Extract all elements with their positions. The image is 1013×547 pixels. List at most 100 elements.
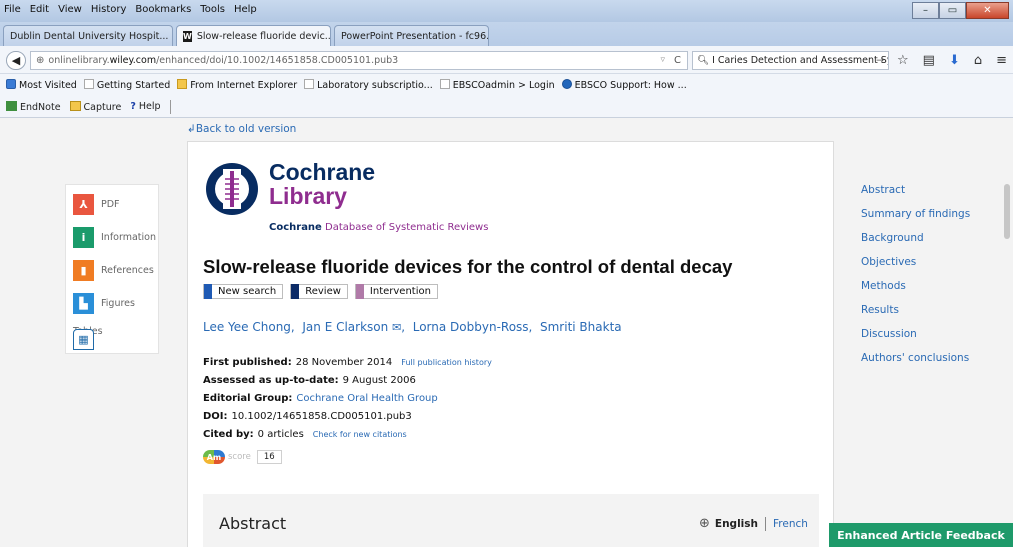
enhanced-article-feedback-button[interactable]: Enhanced Article Feedback: [829, 523, 1013, 547]
toc-discussion[interactable]: Discussion: [861, 328, 970, 352]
bookmark-getting-started[interactable]: Getting Started: [83, 79, 170, 91]
menu-file[interactable]: File: [4, 4, 21, 15]
search-bar[interactable]: 🔍︎ I Caries Detection and Assessment Sys…: [692, 51, 889, 70]
tag-new-search[interactable]: New search: [203, 284, 284, 299]
article-tools-sidebar: ⅄ PDF i Information ▮ References ▙ Figur…: [65, 184, 159, 354]
back-arrow-icon[interactable]: ◀: [6, 51, 26, 70]
editorial-group-link[interactable]: Cochrane Oral Health Group: [296, 393, 437, 404]
toc-objectives[interactable]: Objectives: [861, 256, 970, 280]
bookmark-most-visited[interactable]: Most Visited: [6, 79, 77, 91]
address-bar[interactable]: ⊕ onlinelibrary. wiley.com/enhanced/doi/1…: [30, 51, 688, 70]
return-arrow-icon: ↲: [187, 123, 196, 135]
author-link[interactable]: Lorna Dobbyn-Ross,: [413, 320, 533, 334]
tag-review[interactable]: Review: [290, 284, 348, 299]
tab-slow-release[interactable]: W Slow-release fluoride devic... ✕: [176, 25, 331, 46]
article-card: Cochrane Library Cochrane Database of Sy…: [187, 141, 834, 547]
email-icon[interactable]: ✉: [392, 321, 401, 334]
search-go-icon[interactable]: →: [876, 55, 884, 66]
doi-value: 10.1002/14651858.CD005101.pub3: [231, 411, 412, 422]
database-name: Cochrane Database of Systematic Reviews: [269, 222, 489, 233]
altmetric-badge-icon: Am: [203, 450, 225, 464]
url-path: /enhanced/doi/10.1002/14651858.CD005101.…: [156, 55, 399, 66]
toc-background[interactable]: Background: [861, 232, 970, 256]
cited-by-value: 0 articles: [257, 429, 304, 440]
scrollbar-thumb[interactable]: [1004, 184, 1010, 239]
navigation-bar: ◀ ⊕ onlinelibrary. wiley.com/enhanced/doi…: [0, 46, 1013, 74]
bookmark-star-icon[interactable]: ☆: [897, 53, 909, 68]
bookmark-laboratory[interactable]: Laboratory subscriptio...: [304, 79, 433, 91]
bookmark-from-ie[interactable]: From Internet Explorer: [177, 79, 297, 91]
globe-icon: ⊕: [699, 516, 710, 531]
pdf-icon: ⅄: [73, 194, 94, 215]
help-icon: ?: [130, 101, 136, 112]
page-content: ↲Back to old version ⅄ PDF i Information…: [0, 118, 1013, 547]
tab-label: Dublin Dental University Hospit...: [10, 30, 169, 42]
nav-toolbar-icons: ☆ ▤ ⬇ ⌂ ≡: [897, 53, 1007, 68]
toc-summary-of-findings[interactable]: Summary of findings: [861, 208, 970, 232]
search-text: I Caries Detection and Assessment System: [712, 55, 888, 66]
article-tags: New search Review Intervention: [203, 284, 438, 299]
assessed-value: 9 August 2006: [342, 375, 416, 386]
wiley-favicon-icon: W: [183, 30, 192, 42]
tab-close-icon[interactable]: ✕: [168, 31, 172, 42]
language-divider: [765, 516, 766, 531]
author-list: Lee Yee Chong, Jan E Clarkson ✉, Lorna D…: [203, 320, 622, 334]
toc-methods[interactable]: Methods: [861, 280, 970, 304]
minimize-icon[interactable]: –: [912, 2, 939, 19]
window-titlebar: File Edit View History Bookmarks Tools H…: [0, 0, 1013, 22]
tag-intervention[interactable]: Intervention: [354, 284, 438, 299]
home-icon[interactable]: ⌂: [974, 53, 982, 68]
check-citations-link[interactable]: Check for new citations: [313, 430, 407, 439]
toc-results[interactable]: Results: [861, 304, 970, 328]
language-english[interactable]: English: [715, 518, 758, 530]
language-french[interactable]: French: [773, 518, 808, 530]
tab-dublin-dental[interactable]: Dublin Dental University Hospit... ✕: [3, 25, 173, 46]
toc-authors-conclusions[interactable]: Authors' conclusions: [861, 352, 970, 376]
language-switcher: ⊕ English French: [699, 516, 808, 531]
altmetric-widget[interactable]: Am score 16: [203, 450, 282, 464]
download-icon[interactable]: ⬇: [949, 53, 960, 68]
altmetric-score: 16: [256, 450, 282, 464]
nav-references[interactable]: ▮ References: [73, 260, 154, 281]
bookmark-ebsco-support[interactable]: EBSCO Support: How ...: [561, 79, 687, 91]
figures-icon: ▙: [73, 293, 94, 314]
information-icon: i: [73, 227, 94, 248]
toc-abstract[interactable]: Abstract: [861, 184, 970, 208]
publication-metadata: First published: 28 November 2014 Full pub…: [203, 357, 492, 447]
assessed-label: Assessed as up-to-date:: [203, 375, 339, 386]
menu-bar: File Edit View History Bookmarks Tools H…: [4, 4, 257, 15]
nav-figures-label: Figures: [101, 298, 135, 309]
endnote-icon: [6, 100, 17, 111]
reload-icon[interactable]: C: [674, 55, 681, 66]
capture-button[interactable]: Capture: [69, 100, 121, 113]
nav-pdf[interactable]: ⅄ PDF: [73, 194, 120, 215]
author-link[interactable]: Lee Yee Chong,: [203, 320, 295, 334]
menu-history[interactable]: History: [91, 4, 127, 15]
tab-powerpoint[interactable]: PowerPoint Presentation - fc96... ✕: [334, 25, 489, 46]
bookmark-ebscoadmin[interactable]: EBSCOadmin > Login: [439, 79, 555, 91]
author-link[interactable]: Smriti Bhakta: [540, 320, 622, 334]
menu-edit[interactable]: Edit: [30, 4, 49, 15]
nav-information[interactable]: i Information: [73, 227, 156, 248]
nav-tables[interactable]: ▦ Tables: [73, 326, 103, 350]
maximize-icon[interactable]: ▭: [939, 2, 966, 19]
first-published-label: First published:: [203, 357, 292, 368]
author-link[interactable]: Jan E Clarkson: [302, 320, 388, 334]
close-icon[interactable]: ✕: [966, 2, 1009, 19]
menu-help[interactable]: Help: [234, 4, 257, 15]
site-info-icon[interactable]: ⊕: [36, 55, 44, 66]
url-dropdown-icon[interactable]: ▿: [660, 55, 665, 65]
menu-view[interactable]: View: [58, 4, 82, 15]
menu-tools[interactable]: Tools: [200, 4, 225, 15]
menu-bookmarks[interactable]: Bookmarks: [135, 4, 191, 15]
toolbar-divider: [169, 99, 171, 114]
full-history-link[interactable]: Full publication history: [401, 358, 492, 367]
abstract-section: Abstract ⊕ English French: [203, 494, 819, 547]
reading-list-icon[interactable]: ▤: [923, 53, 935, 68]
help-button[interactable]: ? Help: [130, 101, 160, 112]
back-to-old-version-link[interactable]: ↲Back to old version: [187, 123, 296, 135]
endnote-button[interactable]: EndNote: [6, 100, 61, 113]
nav-figures[interactable]: ▙ Figures: [73, 293, 135, 314]
ebsco-icon: [561, 79, 572, 89]
menu-hamburger-icon[interactable]: ≡: [996, 53, 1007, 68]
